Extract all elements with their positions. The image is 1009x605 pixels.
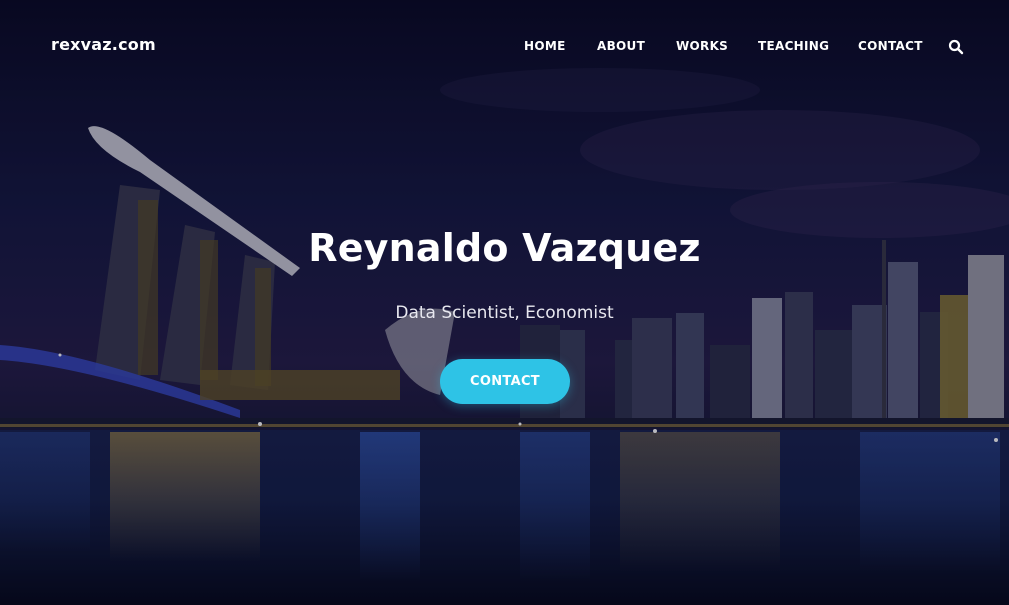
- nav-menu: HOME ABOUT WORKS TEACHING CONTACT: [0, 39, 1009, 59]
- nav-item-home[interactable]: HOME: [524, 39, 566, 53]
- nav-item-contact[interactable]: CONTACT: [858, 39, 923, 53]
- nav-item-about[interactable]: ABOUT: [597, 39, 645, 53]
- contact-button[interactable]: CONTACT: [440, 359, 570, 404]
- search-button[interactable]: [948, 39, 964, 55]
- navbar: rexvaz.com HOME ABOUT WORKS TEACHING CON…: [0, 0, 1009, 92]
- nav-item-teaching[interactable]: TEACHING: [758, 39, 829, 53]
- hero-subtitle: Data Scientist, Economist: [395, 303, 614, 323]
- nav-item-works[interactable]: WORKS: [676, 39, 728, 53]
- search-icon: [948, 39, 964, 55]
- hero-section: rexvaz.com HOME ABOUT WORKS TEACHING CON…: [0, 0, 1009, 605]
- hero-title: Reynaldo Vazquez: [308, 226, 701, 270]
